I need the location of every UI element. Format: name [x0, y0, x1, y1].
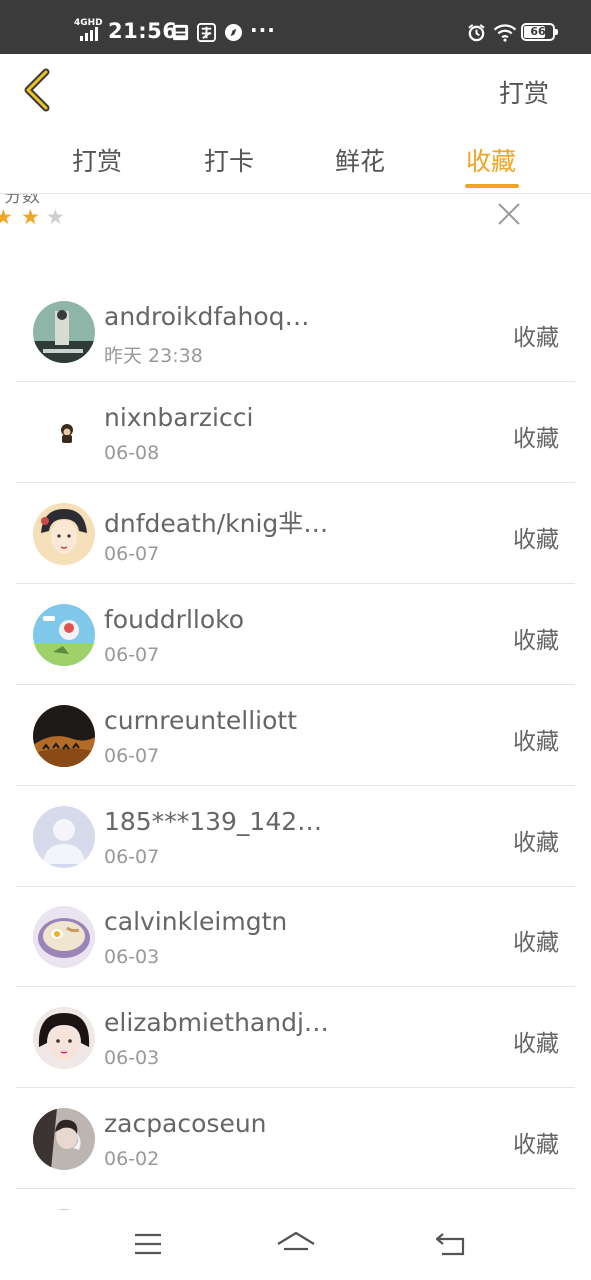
avatar [33, 806, 95, 868]
favorite-date: 06-07 [104, 745, 160, 767]
avatar [33, 705, 95, 767]
more-notifications: ··· [250, 18, 276, 42]
back-icon[interactable] [434, 1230, 466, 1258]
system-nav-bar [0, 1210, 591, 1280]
avatar [33, 906, 95, 968]
favorite-date: 昨天 23:38 [104, 345, 203, 367]
avatar [33, 301, 95, 363]
user-name: curnreuntelliott [104, 706, 297, 735]
user-name: nixnbarzicci [104, 403, 254, 432]
payment-icon [197, 23, 216, 42]
wifi-icon [493, 24, 517, 42]
list-item[interactable]: zacpacoseun 06-02 收藏 [16, 1088, 575, 1189]
tab-flowers[interactable]: 鲜花 [335, 142, 385, 178]
user-name: dnfdeath/knig芈… [104, 509, 329, 538]
favorite-date: 06-08 [104, 442, 160, 464]
tab-bar: 打赏 打卡 鲜花 收藏 [0, 126, 591, 194]
clock-time: 21:56 [108, 19, 178, 43]
avatar [33, 1007, 95, 1069]
tab-favorites[interactable]: 收藏 [466, 142, 516, 178]
favorite-label: 收藏 [513, 830, 559, 856]
signal-icon [80, 27, 104, 41]
list-item[interactable]: nixnbarzicci 06-08 收藏 [16, 382, 575, 483]
favorite-date: 06-07 [104, 644, 160, 666]
list-item[interactable]: androikdfahoq… 昨天 23:38 收藏 [16, 281, 575, 382]
user-name: fouddrlloko [104, 605, 245, 634]
list-item[interactable]: 185***139_142… 06-07 收藏 [16, 786, 575, 887]
avatar [33, 1108, 95, 1170]
avatar [33, 604, 95, 666]
favorite-date: 06-07 [104, 846, 160, 868]
avatar [33, 402, 95, 464]
tab-active-indicator [465, 184, 519, 188]
favorite-date: 06-07 [104, 543, 160, 565]
home-icon[interactable] [276, 1230, 316, 1260]
back-chevron-icon[interactable] [18, 66, 62, 114]
favorite-label: 收藏 [513, 325, 559, 351]
list-item[interactable]: calvinkleimgtn 06-03 收藏 [16, 886, 575, 987]
favorite-label: 收藏 [513, 729, 559, 755]
user-name: calvinkleimgtn [104, 907, 288, 936]
favorite-label: 收藏 [513, 527, 559, 553]
battery-icon: 66 [521, 23, 558, 41]
reward-button[interactable]: 打赏 [499, 74, 549, 110]
star-filled-icon: ★ [21, 205, 40, 229]
list-item[interactable]: curnreuntelliott 06-07 收藏 [16, 685, 575, 786]
favorite-label: 收藏 [513, 930, 559, 956]
menu-icon[interactable] [133, 1231, 163, 1257]
compass-icon [224, 23, 243, 42]
user-name: androikdfahoq… [104, 302, 310, 331]
header: 打赏 [0, 54, 591, 126]
tab-reward[interactable]: 打赏 [72, 142, 122, 178]
star-empty-icon: ★ [46, 205, 65, 229]
status-bar: 4GHD 21:56 ··· 66 [0, 0, 591, 54]
close-icon[interactable] [496, 201, 522, 227]
tab-checkin[interactable]: 打卡 [204, 142, 254, 178]
favorite-label: 收藏 [513, 1132, 559, 1158]
favorite-date: 06-03 [104, 1047, 160, 1069]
avatar [33, 503, 95, 565]
favorite-date: 06-02 [104, 1148, 160, 1170]
user-name: 185***139_142… [104, 807, 323, 836]
user-name: zacpacoseun [104, 1109, 267, 1138]
list-item[interactable]: fouddrlloko 06-07 收藏 [16, 584, 575, 685]
favorite-label: 收藏 [513, 628, 559, 654]
battery-level: 66 [530, 25, 546, 38]
user-name: elizabmiethandj… [104, 1008, 329, 1037]
favorite-label: 收藏 [513, 426, 559, 452]
list-item[interactable]: elizabmiethandj… 06-03 收藏 [16, 987, 575, 1088]
favorite-date: 06-03 [104, 946, 160, 968]
alarm-icon [468, 24, 485, 42]
sd-card-icon [172, 24, 189, 41]
favorite-label: 收藏 [513, 1031, 559, 1057]
star-filled-icon: ★ [0, 205, 13, 229]
list-item[interactable]: dnfdeath/knig芈… 06-07 收藏 [16, 483, 575, 584]
